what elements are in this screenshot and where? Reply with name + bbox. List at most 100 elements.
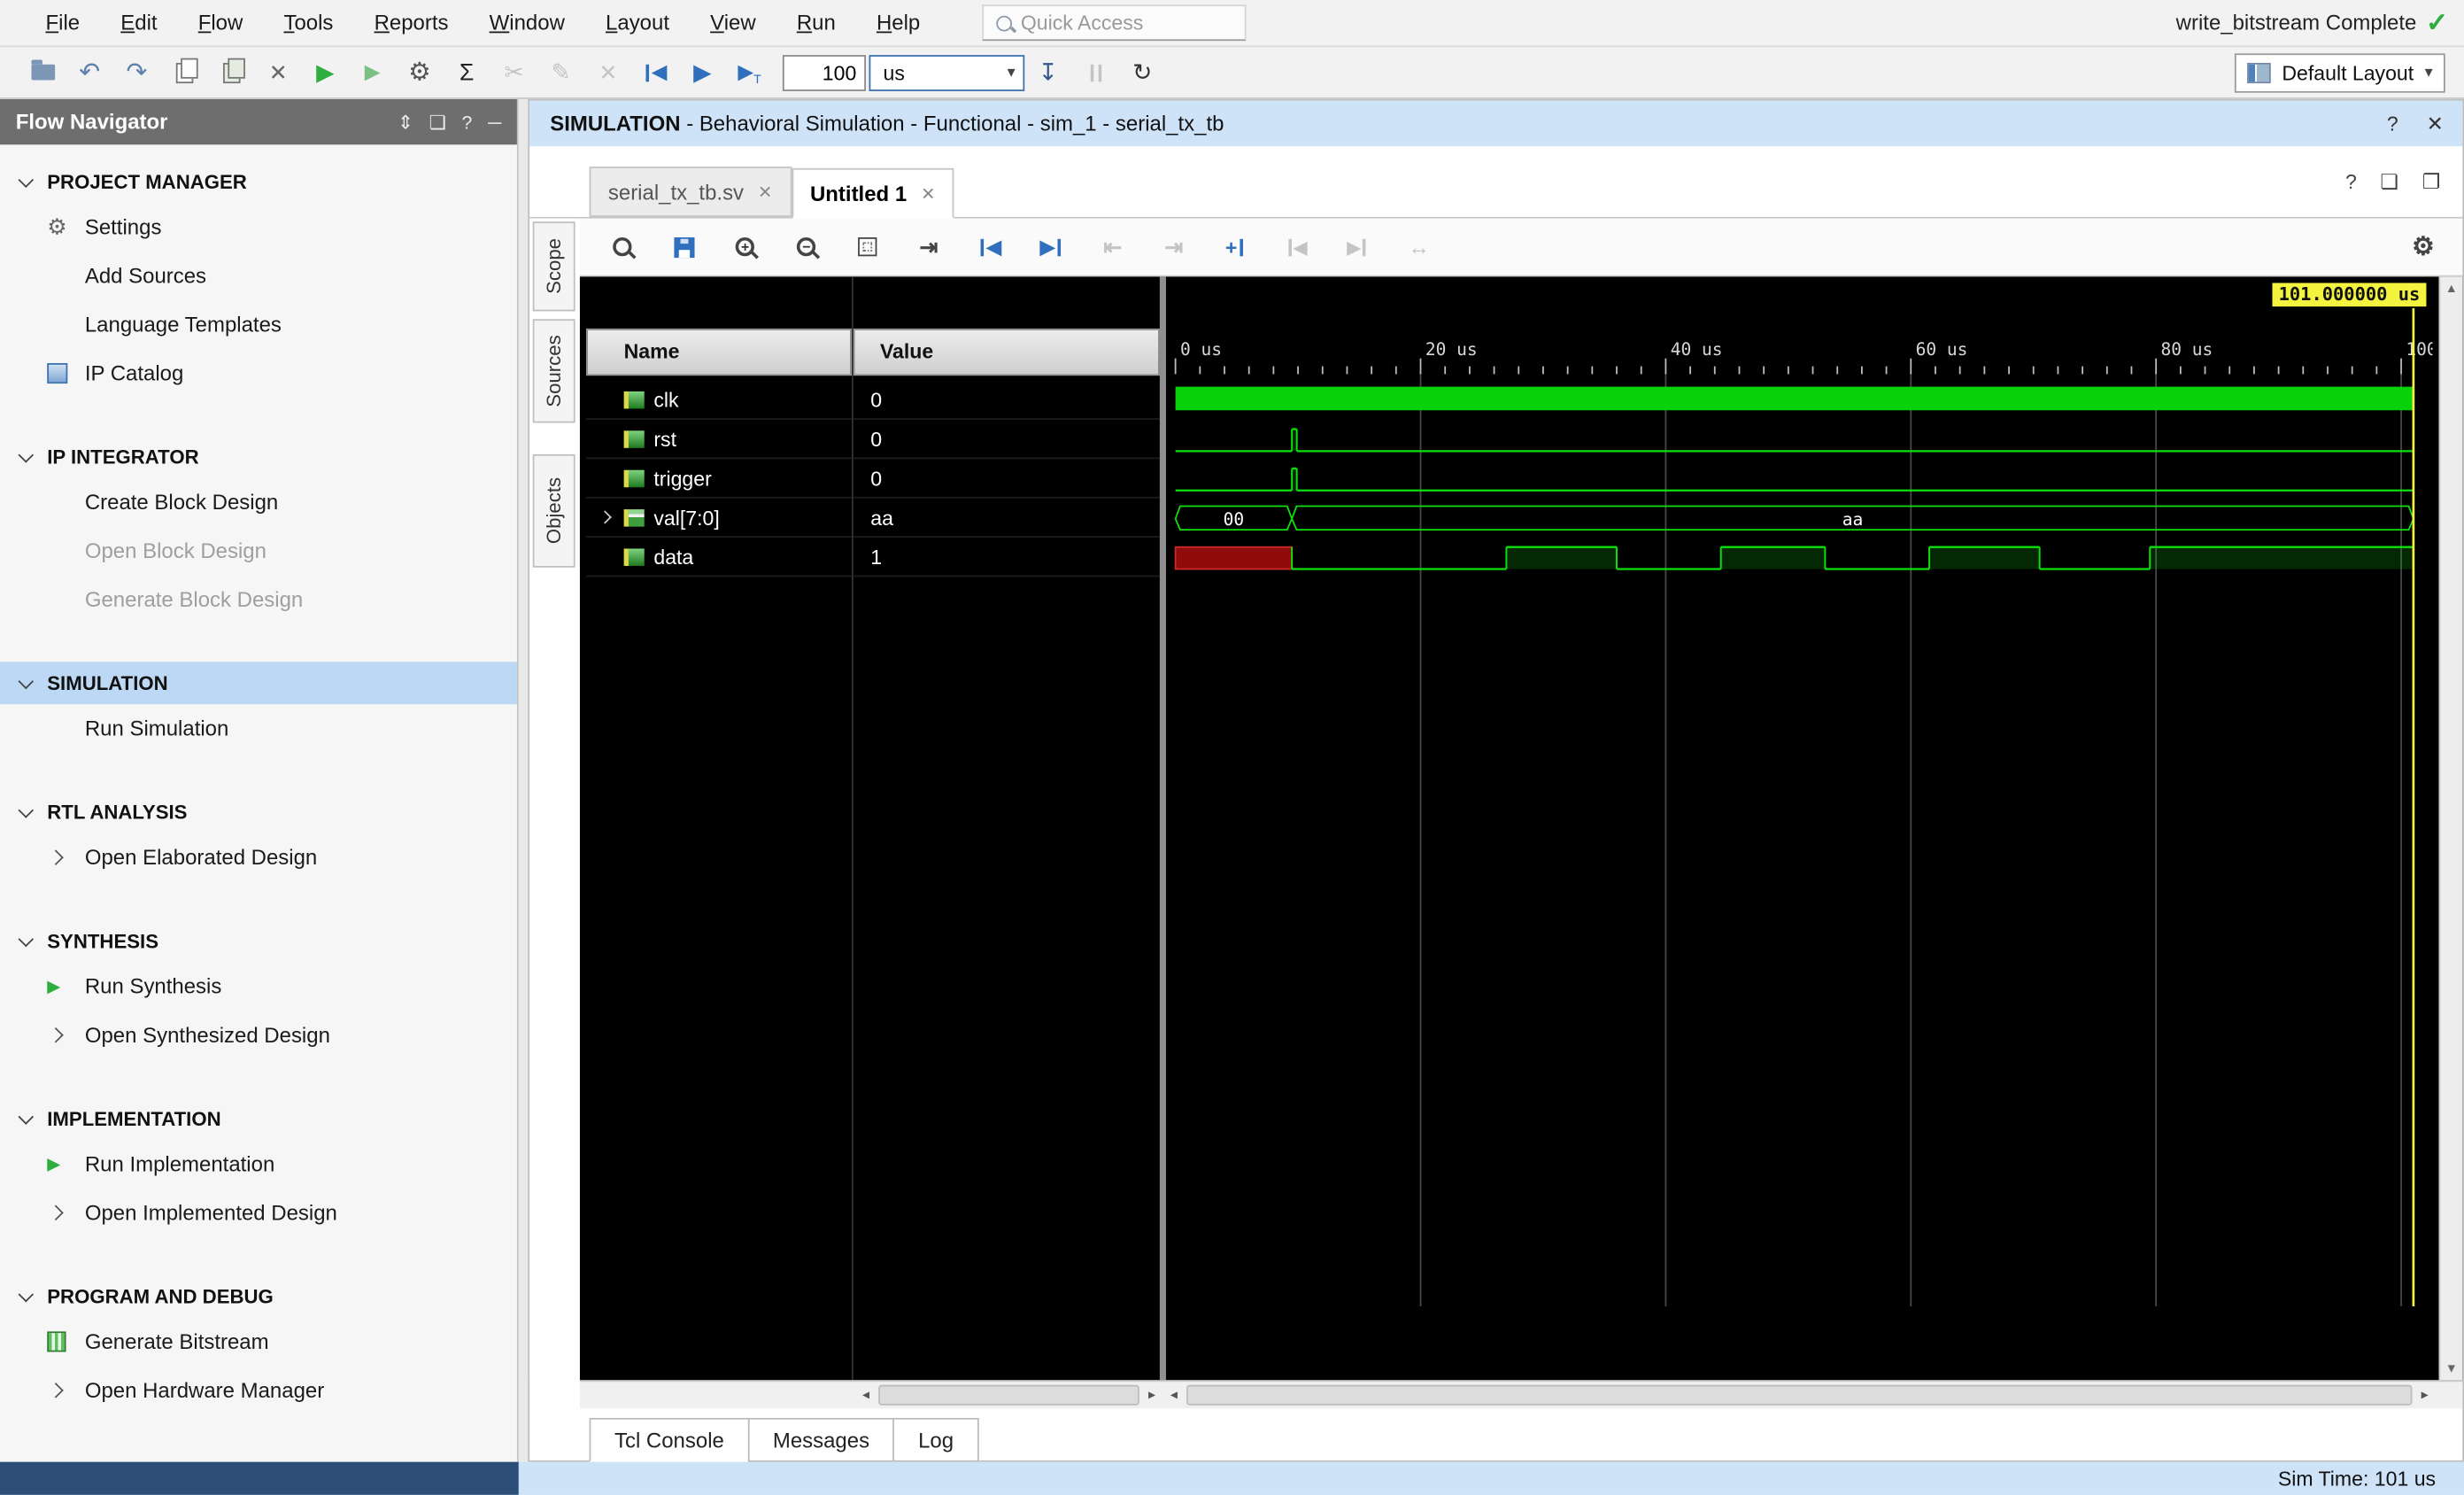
restart-icon[interactable]: ◀	[969, 227, 1010, 267]
menu-reports[interactable]: Reports	[353, 0, 468, 45]
expand-panel-icon[interactable]: ⇕	[398, 111, 413, 133]
flow-item-open-elaborated-design[interactable]: Open Elaborated Design	[0, 833, 517, 882]
menu-tools[interactable]: Tools	[263, 0, 353, 45]
save-icon[interactable]	[663, 227, 704, 267]
expand-arrow-icon[interactable]	[596, 510, 614, 524]
find-icon[interactable]	[602, 227, 643, 267]
waveform-canvas[interactable]: 0 us 20 us 40 us 60 us 80 us 100 us 00 aa 101.0…	[1166, 276, 2433, 1380]
scroll-right-icon[interactable]: ▸	[1144, 1386, 1160, 1404]
flow-item-run-synthesis[interactable]: ▶ Run Synthesis	[0, 962, 517, 1011]
flow-item-language-templates[interactable]: Language Templates	[0, 300, 517, 349]
wave-scrollbar[interactable]: ◂ ▸	[1166, 1384, 2433, 1406]
flow-section-implementation[interactable]: IMPLEMENTATION	[0, 1097, 517, 1140]
menu-run[interactable]: Run	[776, 0, 856, 45]
vertical-scrollbar[interactable]: ▲ ▼	[2438, 276, 2463, 1381]
flow-item-run-implementation[interactable]: ▶ Run Implementation	[0, 1140, 517, 1189]
console-tab-tcl-console[interactable]: Tcl Console	[589, 1417, 750, 1462]
settings-icon[interactable]: ⚙	[396, 52, 443, 93]
menu-layout[interactable]: Layout	[585, 0, 690, 45]
side-tab-sources[interactable]: Sources	[532, 319, 575, 423]
tab-serial-tx-tb-sv[interactable]: serial_tx_tb.sv ✕	[589, 167, 792, 217]
flow-item-generate-bitstream[interactable]: Generate Bitstream	[0, 1317, 517, 1366]
flow-item-open-synthesized-design[interactable]: Open Synthesized Design	[0, 1011, 517, 1059]
menu-file[interactable]: File	[25, 0, 100, 45]
scroll-up-icon[interactable]: ▲	[2445, 282, 2458, 296]
delete-icon[interactable]: ✕	[255, 52, 302, 93]
paste-icon[interactable]	[207, 52, 254, 93]
run-icon[interactable]: ▶	[302, 52, 349, 93]
help-icon[interactable]: ?	[2387, 111, 2398, 136]
signal-row-clk[interactable]: clk	[586, 381, 852, 420]
scroll-left-icon[interactable]: ◂	[1166, 1386, 1182, 1404]
close-icon[interactable]: ✕	[2427, 111, 2444, 136]
layout-select[interactable]: Default Layout ▾	[2235, 52, 2445, 92]
name-column-header[interactable]: Name	[586, 328, 852, 376]
run-for-time-icon[interactable]: ▶ T	[726, 52, 773, 93]
copy-icon[interactable]	[160, 52, 207, 93]
maximize-icon[interactable]: ❐	[2422, 169, 2441, 194]
zoom-out-icon[interactable]: −	[785, 227, 826, 267]
console-tab-messages[interactable]: Messages	[747, 1417, 895, 1462]
signal-row-val-7-0[interactable]: val[7:0]	[586, 499, 852, 538]
flow-item-open-implemented-design[interactable]: Open Implemented Design	[0, 1189, 517, 1237]
scroll-right-icon[interactable]: ▸	[2417, 1386, 2433, 1404]
signal-row-trigger[interactable]: trigger	[586, 459, 852, 499]
tab-untitled-1[interactable]: Untitled 1 ✕	[791, 167, 954, 219]
zoom-fit-icon[interactable]	[847, 227, 888, 267]
scroll-thumb[interactable]	[878, 1384, 1139, 1406]
column-canvas-divider[interactable]	[1159, 276, 1166, 1381]
flow-section-simulation[interactable]: SIMULATION	[0, 662, 517, 705]
menu-view[interactable]: View	[690, 0, 776, 45]
zoom-in-icon[interactable]: +	[724, 227, 765, 267]
help-icon[interactable]: ?	[2345, 169, 2357, 194]
flow-item-ip-catalog[interactable]: IP Catalog	[0, 349, 517, 398]
run-all-sim-icon[interactable]: ▶	[679, 52, 726, 93]
time-unit-select[interactable]: us ▾	[869, 54, 1025, 91]
menu-flow[interactable]: Flow	[178, 0, 264, 45]
float-panel-icon[interactable]: ❏	[429, 111, 446, 133]
flow-item-open-hardware-manager[interactable]: Open Hardware Manager	[0, 1366, 517, 1414]
flow-section-synthesis[interactable]: SYNTHESIS	[0, 919, 517, 962]
value-column-header[interactable]: Value	[853, 328, 1160, 376]
scroll-left-icon[interactable]: ◂	[858, 1386, 874, 1404]
wave-settings-icon[interactable]: ⚙	[2403, 227, 2444, 267]
goto-cursor-icon[interactable]: ⇥	[908, 227, 949, 267]
run-all-icon[interactable]: ▶	[1031, 227, 1071, 267]
minimize-icon[interactable]: ─	[488, 111, 501, 133]
scroll-thumb[interactable]	[1186, 1384, 2413, 1406]
side-tab-objects[interactable]: Objects	[532, 453, 575, 568]
restart-sim-icon[interactable]: ◀	[632, 52, 679, 93]
scroll-down-icon[interactable]: ▼	[2445, 1361, 2458, 1375]
flow-section-program-and-debug[interactable]: PROGRAM AND DEBUG	[0, 1274, 517, 1317]
quick-access-search[interactable]: Quick Access	[981, 4, 1246, 42]
report-icon[interactable]: Σ	[444, 52, 490, 93]
side-tab-scope[interactable]: Scope	[532, 221, 575, 312]
flow-item-create-block-design[interactable]: Create Block Design	[0, 478, 517, 527]
close-icon[interactable]: ✕	[758, 182, 772, 202]
flow-item-add-sources[interactable]: Add Sources	[0, 252, 517, 300]
flow-item-run-simulation[interactable]: Run Simulation	[0, 704, 517, 753]
flow-section-ip-integrator[interactable]: IP INTEGRATOR	[0, 436, 517, 478]
menu-help[interactable]: Help	[856, 0, 940, 45]
console-tab-log[interactable]: Log	[892, 1417, 979, 1462]
menu-edit[interactable]: Edit	[100, 0, 177, 45]
signal-row-rst[interactable]: rst	[586, 420, 852, 460]
flow-item-settings[interactable]: ⚙ Settings	[0, 203, 517, 252]
sim-time-input[interactable]	[782, 54, 866, 91]
float-window-icon[interactable]: ❏	[2380, 169, 2398, 194]
open-project-icon[interactable]	[19, 52, 66, 93]
signal-row-data[interactable]: data	[586, 538, 852, 577]
add-marker-icon[interactable]: +	[1215, 227, 1255, 267]
name-scrollbar[interactable]: ◂ ▸	[858, 1384, 1160, 1406]
step-icon[interactable]: ▶	[349, 52, 396, 93]
help-icon[interactable]: ?	[461, 111, 472, 133]
close-icon[interactable]: ✕	[921, 183, 935, 204]
relaunch-icon[interactable]: ↻	[1119, 52, 1166, 93]
undo-icon[interactable]: ↶	[66, 52, 113, 93]
redo-icon[interactable]: ↷	[113, 52, 160, 93]
flow-section-rtl-analysis[interactable]: RTL ANALYSIS	[0, 791, 517, 833]
simulation-titlebar[interactable]: SIMULATION - Behavioral Simulation - Fun…	[529, 100, 2463, 148]
flow-section-project-manager[interactable]: PROJECT MANAGER	[0, 160, 517, 203]
log-signals-icon[interactable]: ↧	[1024, 52, 1071, 93]
menu-window[interactable]: Window	[469, 0, 585, 45]
